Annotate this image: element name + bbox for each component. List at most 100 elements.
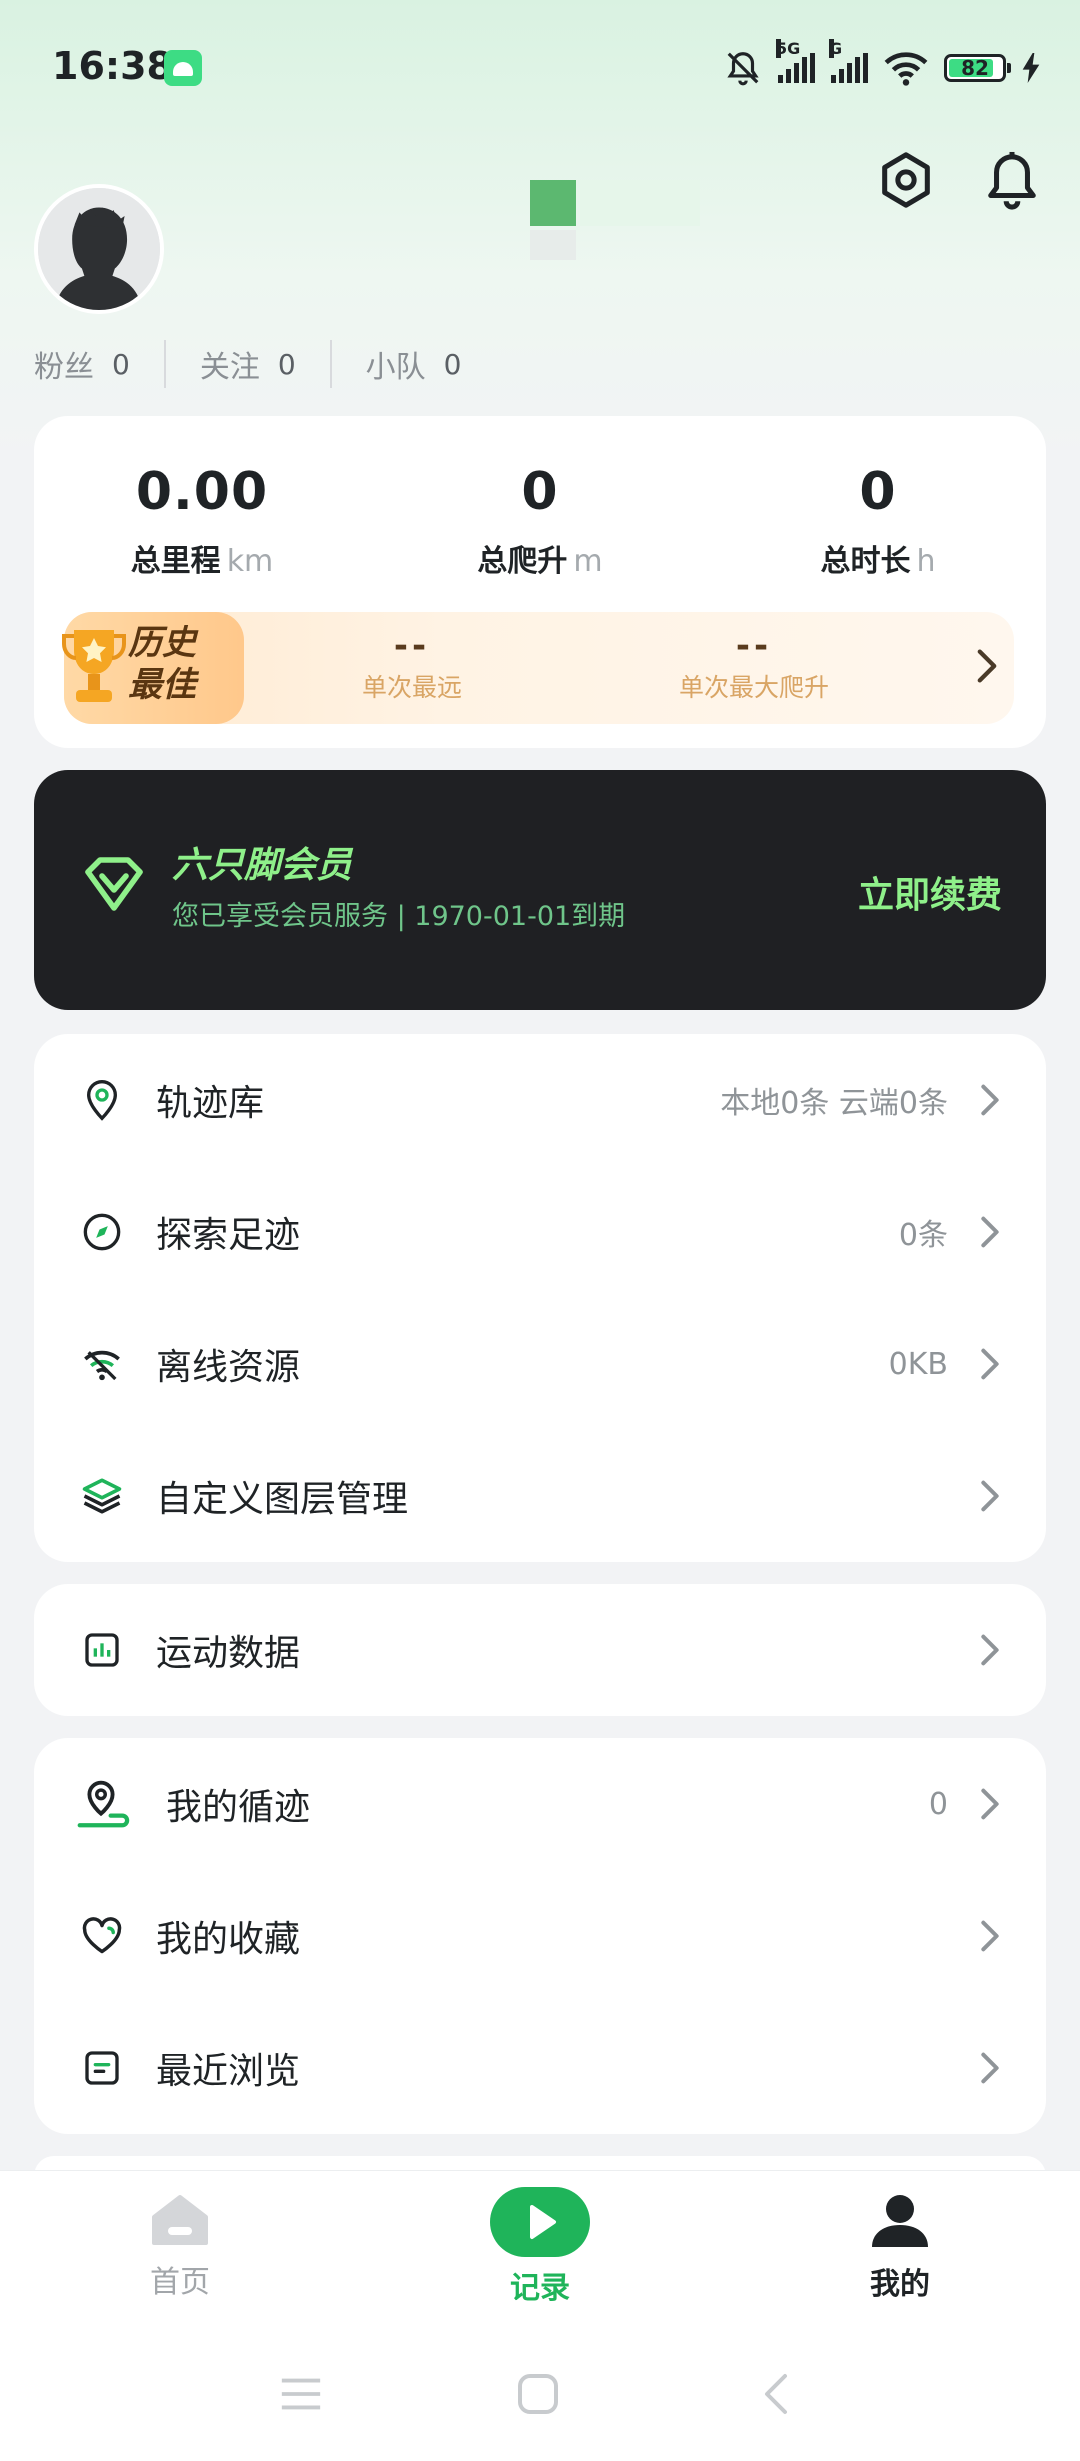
signal-g-icon: G — [829, 39, 868, 83]
tools-list: 轨迹库 本地0条 云端0条 探索足迹 0条 离线资源 0KB 自定义图层管理 — [34, 1034, 1046, 1562]
total-climb[interactable]: 0 总爬升 m — [390, 462, 690, 580]
best-badge-line1: 历史 — [128, 623, 196, 663]
android-notification-icon — [164, 50, 202, 86]
location-pin-icon — [78, 1076, 126, 1124]
heart-icon — [78, 1912, 126, 1960]
chevron-right-icon — [976, 2048, 1004, 2088]
status-time: 16:38 — [52, 44, 173, 88]
list-item-explore-footprints[interactable]: 探索足迹 0条 — [34, 1166, 1046, 1298]
list-item-offline-resources[interactable]: 离线资源 0KB — [34, 1298, 1046, 1430]
signal-5g-icon: 5G — [776, 39, 815, 83]
total-distance-unit: km — [226, 544, 274, 579]
list-item-track-library[interactable]: 轨迹库 本地0条 云端0条 — [34, 1034, 1046, 1166]
list-item-my-routes[interactable]: 我的循迹 0 — [34, 1738, 1046, 1870]
social-stats: 粉丝 0 关注 0 小队 0 — [34, 340, 461, 388]
max-climb-single-label: 单次最大爬升 — [678, 673, 829, 702]
battery-icon: 82 — [944, 54, 1011, 82]
list-item-label: 最近浏览 — [156, 2051, 301, 2092]
tab-mine[interactable]: 我的 — [810, 2193, 990, 2303]
home-square-icon[interactable] — [516, 2372, 560, 2416]
offline-wifi-icon — [78, 1340, 126, 1388]
list-item-recent-views[interactable]: 最近浏览 — [34, 2002, 1046, 2134]
signal-tag: G — [829, 39, 843, 58]
personal-best-badge: 历史 最佳 — [62, 612, 244, 724]
membership-title: 六只脚会员 — [172, 845, 353, 886]
menu-icon[interactable] — [278, 2374, 324, 2414]
wifi-icon — [884, 52, 928, 86]
total-distance-value: 0.00 — [135, 462, 269, 522]
divider — [163, 340, 166, 388]
mute-bell-icon — [727, 52, 759, 86]
personal-list: 我的循迹 0 我的收藏 最近浏览 — [34, 1738, 1046, 2134]
total-duration[interactable]: 0 总时长 h — [728, 462, 1028, 580]
max-climb-single-value: -- — [735, 626, 773, 666]
fans-count[interactable]: 0 — [112, 348, 130, 381]
list-item-value: 本地0条 云端0条 — [720, 1086, 948, 1121]
team-label[interactable]: 小队 — [366, 342, 426, 386]
team-count[interactable]: 0 — [444, 348, 462, 381]
summary-card: 0.00 总里程 km 0 总爬升 m 0 总时长 h 历史 最佳 -- 单次最远 — [34, 416, 1046, 748]
avatar[interactable] — [34, 184, 164, 314]
membership-card[interactable]: 六只脚会员 您已享受会员服务 | 1970-01-01到期 立即续费 — [34, 770, 1046, 1010]
list-item-label: 探索足迹 — [156, 1215, 301, 1256]
list-item-custom-layers[interactable]: 自定义图层管理 — [34, 1430, 1046, 1562]
total-climb-value: 0 — [521, 462, 559, 522]
sport-data-list: 运动数据 — [34, 1584, 1046, 1716]
list-item-value: 0KB — [888, 1346, 948, 1382]
best-badge-line2: 最佳 — [128, 665, 196, 705]
list-item-label: 我的循迹 — [166, 1787, 311, 1828]
home-icon — [152, 2195, 208, 2245]
chevron-right-icon — [976, 1080, 1004, 1120]
vip-diamond-icon — [85, 857, 143, 911]
username-redacted — [190, 180, 710, 260]
status-bar: 16:38 5G G 82 — [0, 0, 1080, 136]
membership-subtitle: 您已享受会员服务 | 1970-01-01到期 — [172, 901, 626, 932]
list-item-value: 0条 — [898, 1218, 948, 1253]
chevron-right-icon — [976, 1916, 1004, 1956]
list-item-sport-data[interactable]: 运动数据 — [34, 1584, 1046, 1716]
total-distance[interactable]: 0.00 总里程 km — [52, 462, 352, 580]
chevron-right-icon — [976, 1476, 1004, 1516]
layers-icon — [78, 1472, 126, 1520]
max-climb-single: -- 单次最大爬升 — [654, 626, 854, 704]
following-label[interactable]: 关注 — [200, 342, 260, 386]
farthest-single-label: 单次最远 — [361, 673, 462, 702]
total-distance-label: 总里程 — [130, 544, 221, 579]
renew-button[interactable]: 立即续费 — [858, 866, 1002, 918]
following-count[interactable]: 0 — [278, 348, 296, 381]
list-item-label: 轨迹库 — [156, 1083, 265, 1124]
list-item-my-favorites[interactable]: 我的收藏 — [34, 1870, 1046, 2002]
charging-bolt-icon — [1022, 53, 1040, 83]
total-duration-label: 总时长 — [820, 544, 911, 579]
signal-tag: 5G — [776, 39, 801, 58]
route-pin-icon — [70, 1780, 132, 1828]
bell-icon — [988, 151, 1036, 210]
system-navigation-bar — [0, 2356, 1080, 2436]
compass-icon — [78, 1208, 126, 1256]
total-climb-label: 总爬升 — [477, 544, 568, 579]
tab-record-label: 记录 — [510, 2271, 570, 2306]
back-icon[interactable] — [760, 2372, 790, 2416]
list-item-label: 离线资源 — [156, 1347, 301, 1388]
notifications-button[interactable] — [972, 140, 1052, 220]
tab-home-label: 首页 — [150, 2265, 210, 2300]
bar-chart-icon — [78, 1626, 126, 1674]
trophy-icon — [62, 630, 126, 702]
chevron-right-icon — [977, 649, 997, 683]
document-icon — [78, 2044, 126, 2092]
chevron-right-icon — [976, 1630, 1004, 1670]
personal-best-bar[interactable]: 历史 最佳 -- 单次最远 -- 单次最大爬升 — [62, 612, 1014, 724]
divider — [329, 340, 332, 388]
tab-home[interactable]: 首页 — [90, 2193, 270, 2301]
play-record-icon — [490, 2187, 590, 2257]
list-item-label: 运动数据 — [156, 1633, 301, 1674]
list-item-value: 0 — [928, 1786, 948, 1822]
tab-mine-label: 我的 — [870, 2267, 930, 2302]
total-duration-unit: h — [916, 544, 936, 579]
farthest-single-value: -- — [393, 626, 431, 666]
fans-label[interactable]: 粉丝 — [34, 342, 94, 386]
settings-button[interactable] — [866, 140, 946, 220]
total-climb-unit: m — [573, 544, 603, 579]
farthest-single: -- 单次最远 — [312, 626, 512, 704]
tab-record[interactable]: 记录 — [450, 2187, 630, 2307]
